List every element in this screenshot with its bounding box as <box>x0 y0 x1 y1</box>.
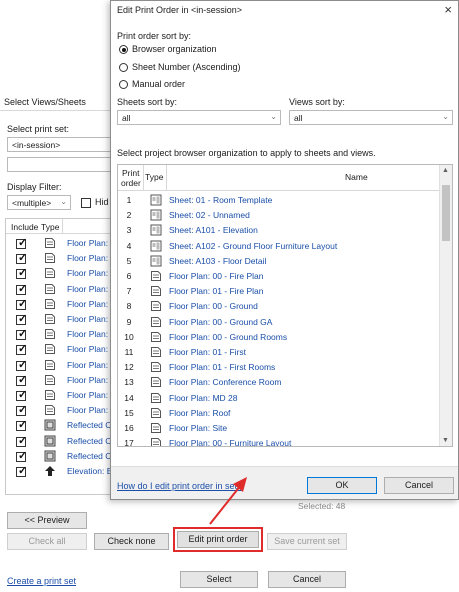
annotation-arrow <box>209 477 247 525</box>
